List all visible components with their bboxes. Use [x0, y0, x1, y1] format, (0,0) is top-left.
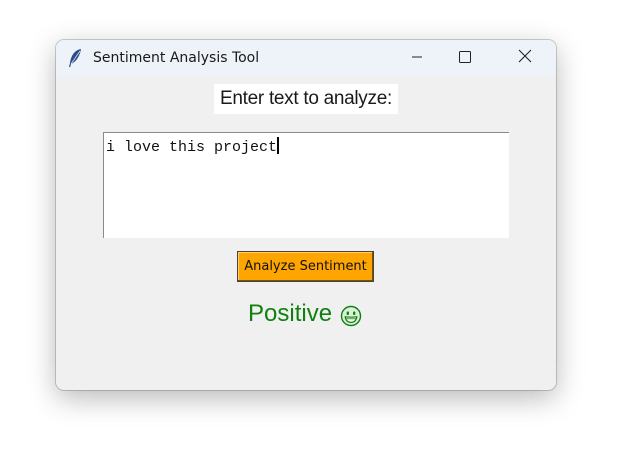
sentiment-result: Positive [248, 299, 362, 329]
minimize-icon [411, 50, 423, 68]
text-input[interactable]: i love this project [103, 132, 509, 238]
prompt-label: Enter text to analyze: [214, 84, 398, 114]
text-caret [277, 137, 280, 154]
minimize-button[interactable] [394, 40, 440, 77]
maximize-icon [459, 50, 471, 68]
app-window: Sentiment Analysis Tool Enter text to an… [56, 40, 556, 390]
window-title: Sentiment Analysis Tool [93, 50, 260, 66]
maximize-button[interactable] [442, 40, 488, 77]
feather-icon [67, 48, 83, 68]
result-label: Positive [248, 300, 333, 327]
close-icon [518, 49, 532, 68]
close-button[interactable] [502, 40, 548, 77]
grinning-face-icon [340, 305, 362, 327]
analyze-sentiment-button[interactable]: Analyze Sentiment [237, 251, 374, 282]
title-bar[interactable]: Sentiment Analysis Tool [56, 40, 556, 77]
input-text: i love this project [106, 139, 278, 156]
